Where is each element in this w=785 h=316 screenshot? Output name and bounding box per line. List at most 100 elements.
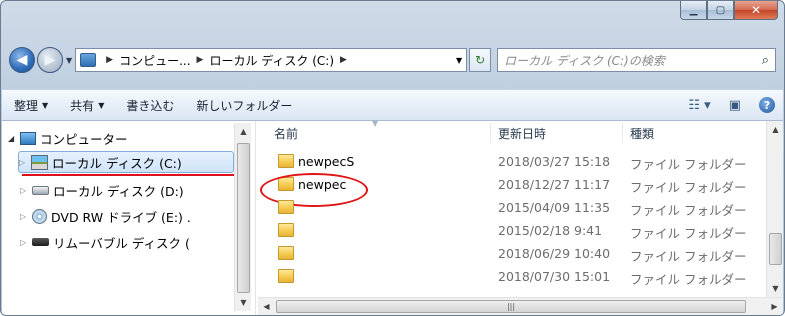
- chevron-down-icon: ▼: [98, 100, 105, 110]
- new-folder-button[interactable]: 新しいフォルダー: [196, 97, 292, 114]
- tree-label: ローカル ディスク (D:): [53, 183, 184, 199]
- preview-pane-icon[interactable]: ▣: [729, 98, 741, 113]
- folder-icon: [278, 223, 294, 237]
- breadcrumb-separator-icon[interactable]: ▶: [106, 55, 113, 65]
- local-disk-icon: [31, 154, 48, 170]
- folder-icon: [278, 154, 294, 168]
- computer-icon: [20, 131, 36, 145]
- navigation-scrollbar[interactable]: ▲ ▼: [234, 123, 251, 311]
- file-type: ファイル フォルダー: [630, 249, 747, 264]
- folder-icon: [278, 269, 294, 283]
- sort-indicator-icon: ▼: [372, 119, 379, 128]
- file-list-scrollbar[interactable]: ▲ ▼: [766, 121, 783, 297]
- file-row[interactable]: newpecS 2018/03/27 15:18 ファイル フォルダー: [258, 151, 766, 172]
- file-date: 2018/03/27 15:18: [498, 154, 611, 169]
- forward-arrow-icon: ▶: [44, 52, 56, 68]
- tree-item-removable-disk[interactable]: ▷ リムーバブル ディスク (: [20, 231, 190, 253]
- search-input[interactable]: ローカル ディスク (C:)の検索 ⌕: [497, 48, 776, 72]
- scroll-up-icon[interactable]: ▲: [235, 123, 252, 140]
- file-date: 2018/06/29 10:40: [498, 246, 611, 261]
- tree-label: ローカル ディスク (C:): [52, 155, 182, 171]
- column-header-name[interactable]: 名前: [274, 125, 298, 142]
- tree-label: DVD RW ドライブ (E:) .: [51, 209, 191, 225]
- scroll-up-icon[interactable]: ▲: [767, 121, 784, 138]
- view-options-icon[interactable]: ☷ ▾: [688, 98, 710, 113]
- scroll-left-icon[interactable]: ◀: [258, 298, 275, 315]
- burn-label: 書き込む: [126, 98, 175, 113]
- address-row: ◀ ▶ ▼ ▶ コンピュー... ▶ ローカル ディスク (C:) ▶ ▼ ↻ …: [9, 46, 776, 74]
- tree-item-dvd-drive[interactable]: ▷ DVD RW ドライブ (E:) .: [20, 205, 191, 227]
- address-computer-icon: [80, 53, 97, 67]
- scroll-right-icon[interactable]: ▶: [766, 298, 783, 315]
- tree-collapsed-icon[interactable]: ▷: [20, 186, 30, 195]
- file-row[interactable]: 2018/07/30 15:01 ファイル フォルダー: [258, 266, 766, 287]
- command-bar: 整理 ▼ 共有 ▼ 書き込む 新しいフォルダー ☷ ▾ ▣ ?: [2, 89, 783, 121]
- search-icon[interactable]: ⌕: [762, 53, 769, 68]
- column-header-row: 名前 ▼ 更新日時 種類: [258, 119, 766, 145]
- column-header-date[interactable]: 更新日時: [498, 125, 546, 142]
- minimize-icon: ▁: [689, 4, 698, 16]
- minimize-button[interactable]: ▁: [680, 1, 707, 20]
- column-divider[interactable]: [622, 123, 623, 143]
- dvd-drive-icon: [32, 208, 47, 224]
- tree-expanded-icon[interactable]: ◢: [8, 134, 18, 143]
- file-date: 2018/07/30 15:01: [498, 269, 611, 284]
- close-icon: ✕: [750, 3, 762, 17]
- share-button[interactable]: 共有 ▼: [70, 97, 104, 114]
- refresh-button[interactable]: ↻: [469, 48, 492, 72]
- breadcrumb-local-disk[interactable]: ローカル ディスク (C:): [209, 52, 334, 69]
- file-list-pane: 名前 ▼ 更新日時 種類 newpecS 2018/03/27 15:18 ファ…: [258, 119, 783, 315]
- file-row[interactable]: 2015/04/09 11:35 ファイル フォルダー: [258, 197, 766, 218]
- breadcrumb-computer[interactable]: コンピュー...: [119, 52, 190, 69]
- recent-pages-dropdown[interactable]: ▼: [66, 56, 72, 65]
- breadcrumb-separator-icon[interactable]: ▶: [340, 55, 347, 65]
- refresh-icon: ↻: [475, 53, 486, 67]
- column-divider[interactable]: [490, 123, 491, 143]
- tree-item-computer[interactable]: ◢ コンピューター: [8, 127, 128, 149]
- column-header-type[interactable]: 種類: [630, 125, 654, 142]
- help-icon[interactable]: ?: [759, 97, 775, 113]
- scrollbar-thumb[interactable]: [237, 143, 250, 293]
- folder-icon: [278, 200, 294, 214]
- scrollbar-thumb[interactable]: |||: [276, 300, 746, 313]
- file-row[interactable]: 2015/02/18 9:41 ファイル フォルダー: [258, 220, 766, 241]
- horizontal-scrollbar[interactable]: ◀ ||| ▶: [258, 297, 783, 315]
- file-date: 2018/12/27 11:17: [498, 177, 611, 192]
- scrollbar-thumb[interactable]: [769, 233, 782, 265]
- tree-collapsed-icon[interactable]: ▷: [20, 238, 30, 247]
- red-annotation-underline: [22, 174, 234, 176]
- scroll-down-icon[interactable]: ▼: [767, 280, 784, 297]
- close-button[interactable]: ✕: [734, 1, 778, 20]
- organize-label: 整理: [14, 98, 39, 113]
- tree-item-local-disk-d[interactable]: ▷ ローカル ディスク (D:): [20, 179, 184, 201]
- maximize-button[interactable]: ▢: [707, 1, 734, 20]
- file-date: 2015/02/18 9:41: [498, 223, 603, 238]
- chevron-down-icon: ▼: [42, 100, 49, 110]
- caption-buttons: ▁ ▢ ✕: [680, 1, 778, 21]
- tree-collapsed-icon[interactable]: ▷: [20, 212, 30, 221]
- file-date: 2015/04/09 11:35: [498, 200, 611, 215]
- breadcrumb-separator-icon[interactable]: ▶: [197, 55, 204, 65]
- explorer-window: ▁ ▢ ✕ ◀ ▶ ▼ ▶ コンピュー... ▶ ローカル ディスク (C:) …: [0, 0, 785, 316]
- content-area: ◢ コンピューター ▷ ローカル ディスク (C:) ▷ ローカル ディスク (…: [2, 119, 783, 315]
- navigation-pane: ◢ コンピューター ▷ ローカル ディスク (C:) ▷ ローカル ディスク (…: [2, 121, 256, 315]
- file-type: ファイル フォルダー: [630, 226, 747, 241]
- tree-label: コンピューター: [40, 131, 128, 147]
- tree-item-local-disk-c[interactable]: ▷ ローカル ディスク (C:): [18, 151, 234, 173]
- hard-disk-icon: [32, 185, 49, 195]
- address-dropdown-icon[interactable]: ▼: [456, 56, 462, 65]
- file-row[interactable]: 2018/06/29 10:40 ファイル フォルダー: [258, 243, 766, 264]
- organize-button[interactable]: 整理 ▼: [14, 97, 48, 114]
- address-bar[interactable]: ▶ コンピュー... ▶ ローカル ディスク (C:) ▶ ▼: [75, 48, 468, 72]
- file-type: ファイル フォルダー: [630, 157, 747, 172]
- removable-disk-icon: [32, 238, 49, 246]
- tree-label: リムーバブル ディスク (: [53, 235, 190, 251]
- burn-button[interactable]: 書き込む: [126, 97, 174, 114]
- forward-button[interactable]: ▶: [37, 47, 63, 73]
- scroll-down-icon[interactable]: ▼: [235, 294, 252, 311]
- share-label: 共有: [70, 98, 95, 113]
- back-button[interactable]: ◀: [9, 47, 35, 73]
- tree-collapsed-icon[interactable]: ▷: [19, 158, 29, 167]
- maximize-icon: ▢: [715, 4, 726, 16]
- file-name: newpecS: [298, 154, 355, 169]
